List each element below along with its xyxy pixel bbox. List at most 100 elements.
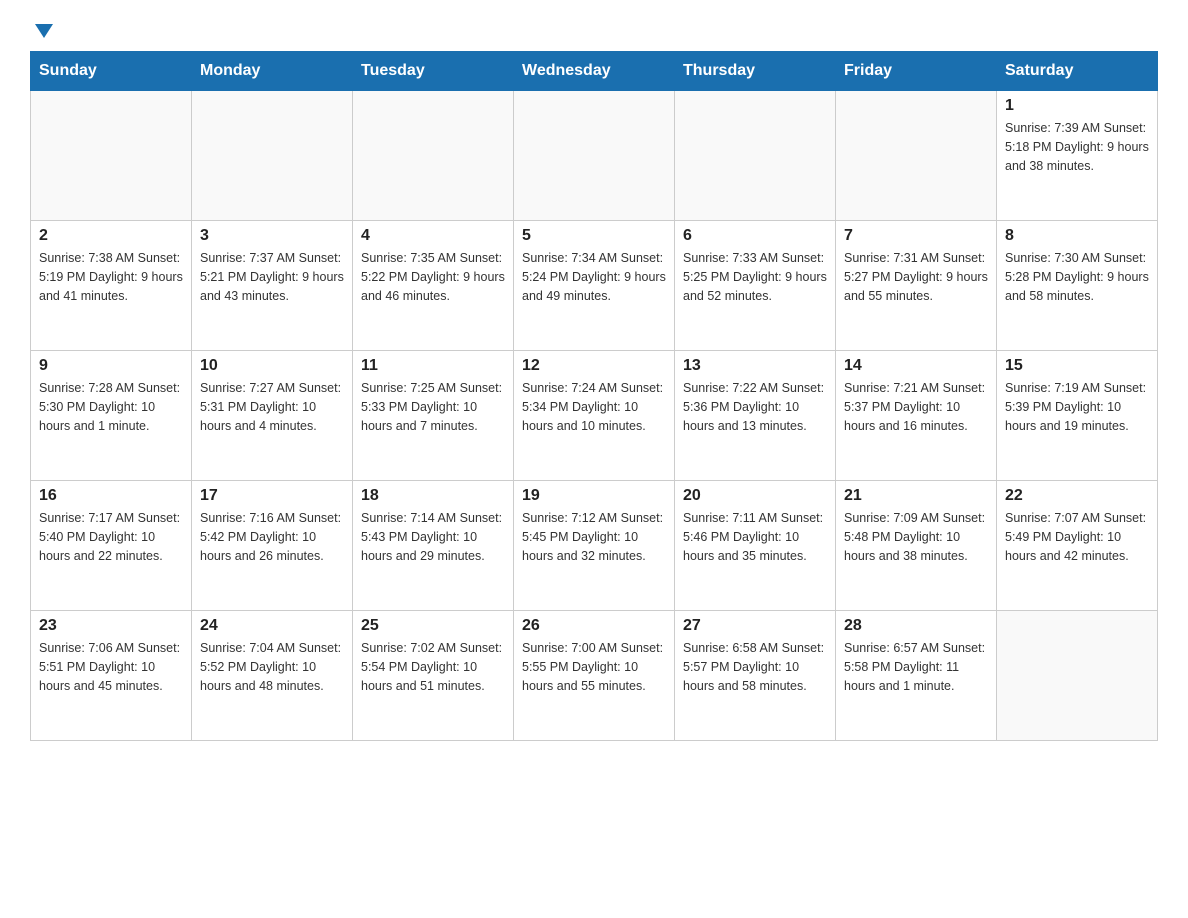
calendar-cell: 28 Sunrise: 6:57 AM Sunset: 5:58 PM Dayli…	[836, 611, 997, 741]
calendar-cell: 14 Sunrise: 7:21 AM Sunset: 5:37 PM Dayli…	[836, 351, 997, 481]
calendar-cell: 24 Sunrise: 7:04 AM Sunset: 5:52 PM Dayli…	[192, 611, 353, 741]
day-number: 28	[844, 617, 988, 635]
calendar-week-row: 9 Sunrise: 7:28 AM Sunset: 5:30 PM Daylig…	[31, 351, 1158, 481]
day-number: 9	[39, 357, 183, 375]
calendar-cell: 7 Sunrise: 7:31 AM Sunset: 5:27 PM Daylig…	[836, 221, 997, 351]
day-number: 15	[1005, 357, 1149, 375]
day-info: Sunrise: 7:39 AM Sunset: 5:18 PM Dayligh…	[1005, 119, 1149, 175]
day-number: 24	[200, 617, 344, 635]
day-info: Sunrise: 7:38 AM Sunset: 5:19 PM Dayligh…	[39, 249, 183, 305]
calendar-cell	[514, 91, 675, 221]
day-number: 8	[1005, 227, 1149, 245]
day-number: 4	[361, 227, 505, 245]
day-number: 22	[1005, 487, 1149, 505]
day-number: 18	[361, 487, 505, 505]
calendar-cell	[997, 611, 1158, 741]
day-info: Sunrise: 7:09 AM Sunset: 5:48 PM Dayligh…	[844, 509, 988, 565]
day-number: 20	[683, 487, 827, 505]
day-info: Sunrise: 7:27 AM Sunset: 5:31 PM Dayligh…	[200, 379, 344, 435]
calendar-cell: 1Sunrise: 7:39 AM Sunset: 5:18 PM Daylig…	[997, 91, 1158, 221]
day-info: Sunrise: 7:02 AM Sunset: 5:54 PM Dayligh…	[361, 639, 505, 695]
calendar-cell: 9 Sunrise: 7:28 AM Sunset: 5:30 PM Daylig…	[31, 351, 192, 481]
day-number: 26	[522, 617, 666, 635]
day-info: Sunrise: 7:11 AM Sunset: 5:46 PM Dayligh…	[683, 509, 827, 565]
day-info: Sunrise: 7:34 AM Sunset: 5:24 PM Dayligh…	[522, 249, 666, 305]
day-number: 7	[844, 227, 988, 245]
day-info: Sunrise: 7:19 AM Sunset: 5:39 PM Dayligh…	[1005, 379, 1149, 435]
day-number: 2	[39, 227, 183, 245]
day-info: Sunrise: 7:28 AM Sunset: 5:30 PM Dayligh…	[39, 379, 183, 435]
calendar-cell: 27 Sunrise: 6:58 AM Sunset: 5:57 PM Dayli…	[675, 611, 836, 741]
day-number: 11	[361, 357, 505, 375]
calendar-cell: 13Sunrise: 7:22 AM Sunset: 5:36 PM Dayli…	[675, 351, 836, 481]
calendar-cell: 11 Sunrise: 7:25 AM Sunset: 5:33 PM Dayli…	[353, 351, 514, 481]
day-number: 10	[200, 357, 344, 375]
calendar-cell	[836, 91, 997, 221]
day-info: Sunrise: 7:04 AM Sunset: 5:52 PM Dayligh…	[200, 639, 344, 695]
day-info: Sunrise: 7:30 AM Sunset: 5:28 PM Dayligh…	[1005, 249, 1149, 305]
day-info: Sunrise: 7:16 AM Sunset: 5:42 PM Dayligh…	[200, 509, 344, 565]
day-info: Sunrise: 7:17 AM Sunset: 5:40 PM Dayligh…	[39, 509, 183, 565]
day-number: 3	[200, 227, 344, 245]
calendar-week-row: 23Sunrise: 7:06 AM Sunset: 5:51 PM Dayli…	[31, 611, 1158, 741]
calendar-week-row: 1Sunrise: 7:39 AM Sunset: 5:18 PM Daylig…	[31, 91, 1158, 221]
calendar-cell: 10 Sunrise: 7:27 AM Sunset: 5:31 PM Dayli…	[192, 351, 353, 481]
calendar-header-row: SundayMondayTuesdayWednesdayThursdayFrid…	[31, 52, 1158, 91]
calendar-cell: 23Sunrise: 7:06 AM Sunset: 5:51 PM Dayli…	[31, 611, 192, 741]
day-number: 19	[522, 487, 666, 505]
day-info: Sunrise: 7:12 AM Sunset: 5:45 PM Dayligh…	[522, 509, 666, 565]
calendar-cell: 2 Sunrise: 7:38 AM Sunset: 5:19 PM Daylig…	[31, 221, 192, 351]
weekday-header: Sunday	[31, 52, 192, 91]
calendar-cell: 6 Sunrise: 7:33 AM Sunset: 5:25 PM Daylig…	[675, 221, 836, 351]
calendar-week-row: 16 Sunrise: 7:17 AM Sunset: 5:40 PM Dayli…	[31, 481, 1158, 611]
calendar-cell: 18 Sunrise: 7:14 AM Sunset: 5:43 PM Dayli…	[353, 481, 514, 611]
day-number: 5	[522, 227, 666, 245]
page-header	[30, 20, 1158, 41]
day-info: Sunrise: 7:14 AM Sunset: 5:43 PM Dayligh…	[361, 509, 505, 565]
calendar-cell: 17 Sunrise: 7:16 AM Sunset: 5:42 PM Dayli…	[192, 481, 353, 611]
day-info: Sunrise: 6:58 AM Sunset: 5:57 PM Dayligh…	[683, 639, 827, 695]
day-number: 14	[844, 357, 988, 375]
calendar-cell: 25 Sunrise: 7:02 AM Sunset: 5:54 PM Dayli…	[353, 611, 514, 741]
day-info: Sunrise: 7:25 AM Sunset: 5:33 PM Dayligh…	[361, 379, 505, 435]
weekday-header: Saturday	[997, 52, 1158, 91]
logo	[30, 20, 55, 41]
calendar-cell: 20 Sunrise: 7:11 AM Sunset: 5:46 PM Dayli…	[675, 481, 836, 611]
weekday-header: Friday	[836, 52, 997, 91]
calendar-cell	[31, 91, 192, 221]
day-info: Sunrise: 6:57 AM Sunset: 5:58 PM Dayligh…	[844, 639, 988, 695]
day-number: 13	[683, 357, 827, 375]
day-info: Sunrise: 7:06 AM Sunset: 5:51 PM Dayligh…	[39, 639, 183, 695]
day-info: Sunrise: 7:07 AM Sunset: 5:49 PM Dayligh…	[1005, 509, 1149, 565]
day-number: 25	[361, 617, 505, 635]
day-number: 17	[200, 487, 344, 505]
calendar-cell	[192, 91, 353, 221]
day-info: Sunrise: 7:21 AM Sunset: 5:37 PM Dayligh…	[844, 379, 988, 435]
day-info: Sunrise: 7:35 AM Sunset: 5:22 PM Dayligh…	[361, 249, 505, 305]
calendar-cell: 26 Sunrise: 7:00 AM Sunset: 5:55 PM Dayli…	[514, 611, 675, 741]
weekday-header: Monday	[192, 52, 353, 91]
day-info: Sunrise: 7:31 AM Sunset: 5:27 PM Dayligh…	[844, 249, 988, 305]
day-info: Sunrise: 7:33 AM Sunset: 5:25 PM Dayligh…	[683, 249, 827, 305]
calendar-cell: 21Sunrise: 7:09 AM Sunset: 5:48 PM Dayli…	[836, 481, 997, 611]
calendar-cell: 5 Sunrise: 7:34 AM Sunset: 5:24 PM Daylig…	[514, 221, 675, 351]
logo-arrow-icon	[33, 20, 55, 42]
day-number: 27	[683, 617, 827, 635]
calendar-cell: 22 Sunrise: 7:07 AM Sunset: 5:49 PM Dayli…	[997, 481, 1158, 611]
weekday-header: Tuesday	[353, 52, 514, 91]
weekday-header: Thursday	[675, 52, 836, 91]
calendar-cell	[353, 91, 514, 221]
day-number: 6	[683, 227, 827, 245]
calendar-week-row: 2 Sunrise: 7:38 AM Sunset: 5:19 PM Daylig…	[31, 221, 1158, 351]
calendar-table: SundayMondayTuesdayWednesdayThursdayFrid…	[30, 51, 1158, 741]
day-number: 12	[522, 357, 666, 375]
day-number: 16	[39, 487, 183, 505]
calendar-cell	[675, 91, 836, 221]
weekday-header: Wednesday	[514, 52, 675, 91]
day-info: Sunrise: 7:37 AM Sunset: 5:21 PM Dayligh…	[200, 249, 344, 305]
calendar-cell: 12Sunrise: 7:24 AM Sunset: 5:34 PM Dayli…	[514, 351, 675, 481]
calendar-cell: 8 Sunrise: 7:30 AM Sunset: 5:28 PM Daylig…	[997, 221, 1158, 351]
calendar-cell: 19 Sunrise: 7:12 AM Sunset: 5:45 PM Dayli…	[514, 481, 675, 611]
day-info: Sunrise: 7:00 AM Sunset: 5:55 PM Dayligh…	[522, 639, 666, 695]
calendar-cell: 3 Sunrise: 7:37 AM Sunset: 5:21 PM Daylig…	[192, 221, 353, 351]
